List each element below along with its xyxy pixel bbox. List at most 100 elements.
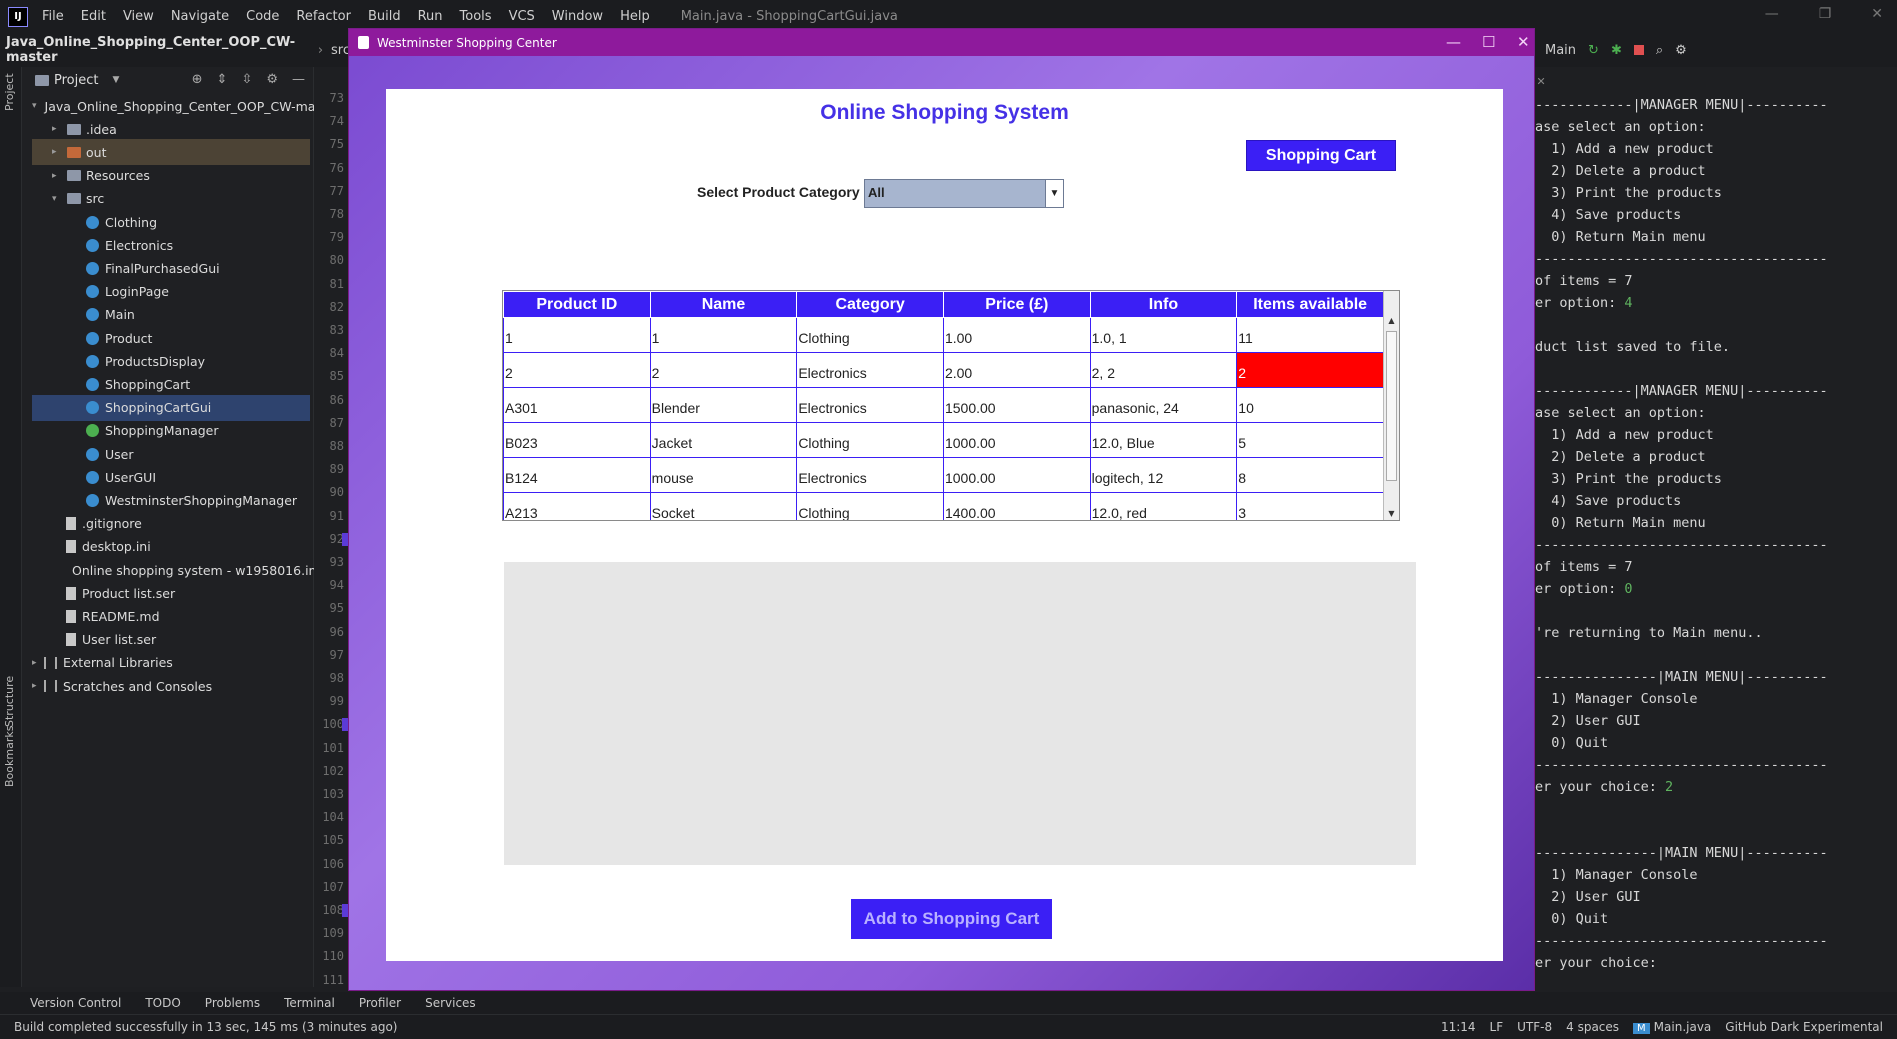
table-cell[interactable]: 1 bbox=[649, 317, 798, 353]
tree-item[interactable]: .gitignore bbox=[32, 511, 310, 537]
run-config-select[interactable]: Main bbox=[1545, 43, 1576, 58]
project-panel-title[interactable]: Project bbox=[54, 73, 98, 88]
intellij-logo-icon[interactable]: IJ bbox=[8, 6, 28, 27]
table-row[interactable]: B023 Jacket Clothing 1000.00 12.0, Blue 5 bbox=[503, 422, 1384, 458]
table-cell[interactable]: B124 bbox=[503, 457, 651, 493]
menu-item-run[interactable]: Run bbox=[418, 9, 443, 24]
menu-item-file[interactable]: File bbox=[42, 9, 64, 24]
stock-cell[interactable]: 8 bbox=[1236, 457, 1384, 493]
table-cell[interactable]: 12.0, red bbox=[1089, 492, 1238, 520]
tree-item[interactable]: Main bbox=[32, 302, 310, 328]
project-tool-tab[interactable]: Project bbox=[3, 73, 16, 111]
table-cell[interactable]: A213 bbox=[503, 492, 651, 520]
table-cell[interactable]: Electronics bbox=[796, 387, 944, 423]
close-icon[interactable]: ✕ bbox=[1537, 73, 1545, 89]
tree-item[interactable]: ▸ .idea bbox=[32, 116, 310, 142]
tree-item[interactable]: WestminsterShoppingManager bbox=[32, 487, 310, 513]
tree-item[interactable]: ShoppingCartGui bbox=[32, 394, 310, 421]
column-header[interactable]: Info bbox=[1089, 291, 1238, 318]
scroll-thumb[interactable] bbox=[1386, 331, 1397, 481]
scroll-up-icon[interactable]: ▲ bbox=[1384, 313, 1399, 329]
tree-item[interactable]: ▸ Resources bbox=[32, 163, 310, 189]
table-row[interactable]: A213 Socket Clothing 1400.00 12.0, red 3 bbox=[503, 492, 1384, 520]
stock-cell[interactable]: 5 bbox=[1236, 422, 1384, 458]
table-cell[interactable]: 1400.00 bbox=[942, 492, 1091, 520]
breadcrumb-project[interactable]: Java_Online_Shopping_Center_OOP_CW-maste… bbox=[6, 35, 310, 65]
minimize-icon[interactable]: — bbox=[1446, 33, 1461, 51]
tree-item[interactable]: UserGUI bbox=[32, 464, 310, 490]
table-cell[interactable]: 1000.00 bbox=[942, 457, 1091, 493]
chevron-right-icon[interactable]: ▸ bbox=[32, 658, 44, 668]
menu-item-build[interactable]: Build bbox=[368, 9, 401, 24]
minimize-icon[interactable]: — bbox=[1765, 6, 1779, 22]
menu-item-navigate[interactable]: Navigate bbox=[171, 9, 229, 24]
stop-icon[interactable] bbox=[1633, 45, 1644, 55]
table-cell[interactable]: Clothing bbox=[796, 422, 944, 458]
chevron-right-icon[interactable]: ▸ bbox=[52, 171, 64, 181]
table-row[interactable]: 2 2 Electronics 2.00 2, 22 bbox=[503, 352, 1384, 388]
debug-icon[interactable]: ✱ bbox=[1611, 43, 1622, 58]
tree-item[interactable]: ▾ src bbox=[32, 186, 310, 212]
column-header[interactable]: Product ID bbox=[503, 291, 651, 318]
tree-item[interactable]: Electronics bbox=[32, 232, 310, 258]
status-message[interactable]: Build completed successfully in 13 sec, … bbox=[14, 1020, 397, 1034]
collapse-all-icon[interactable]: ⇳ bbox=[241, 72, 252, 87]
table-row[interactable]: B124 mouse Electronics 1000.00 logitech, 12 8 bbox=[503, 457, 1384, 493]
tool-window-version-control[interactable]: Version Control bbox=[30, 996, 121, 1010]
table-cell[interactable]: 2 bbox=[649, 352, 798, 388]
chevron-down-icon[interactable]: ▾ bbox=[52, 194, 64, 204]
menu-item-code[interactable]: Code bbox=[246, 9, 279, 24]
table-cell[interactable]: 1.0, 1 bbox=[1089, 317, 1238, 353]
status-widget[interactable]: 11:14 bbox=[1441, 1020, 1476, 1034]
restore-icon[interactable]: ❐ bbox=[1819, 6, 1832, 22]
table-cell[interactable]: 2, 2 bbox=[1089, 352, 1238, 388]
scroll-down-icon[interactable]: ▼ bbox=[1384, 506, 1399, 520]
menu-item-window[interactable]: Window bbox=[552, 9, 603, 24]
tree-item[interactable]: ShoppingCart bbox=[32, 371, 310, 397]
table-cell[interactable]: 12.0, Blue bbox=[1089, 422, 1238, 458]
column-header[interactable]: Price (£) bbox=[942, 291, 1091, 318]
shopping-cart-button[interactable]: Shopping Cart bbox=[1246, 140, 1396, 171]
tree-item[interactable]: FinalPurchasedGui bbox=[32, 255, 310, 281]
column-header[interactable]: Name bbox=[649, 291, 798, 318]
table-cell[interactable]: 2.00 bbox=[942, 352, 1091, 388]
tool-window-services[interactable]: Services bbox=[425, 996, 476, 1010]
menu-item-refactor[interactable]: Refactor bbox=[296, 9, 351, 24]
tree-item[interactable]: ▸ Scratches and Consoles bbox=[32, 673, 310, 699]
table-cell[interactable]: logitech, 12 bbox=[1089, 457, 1238, 493]
settings-icon[interactable]: ⚙ bbox=[1675, 43, 1687, 58]
table-row[interactable]: 1 1 Clothing 1.00 1.0, 1 11 bbox=[503, 317, 1384, 353]
table-cell[interactable]: Electronics bbox=[796, 457, 944, 493]
table-cell[interactable]: Blender bbox=[649, 387, 798, 423]
tool-window-problems[interactable]: Problems bbox=[205, 996, 260, 1010]
chevron-right-icon[interactable]: ▸ bbox=[52, 147, 64, 157]
stock-cell[interactable]: 2 bbox=[1236, 352, 1384, 388]
menu-item-vcs[interactable]: VCS bbox=[509, 9, 535, 24]
table-cell[interactable]: 1500.00 bbox=[942, 387, 1091, 423]
table-cell[interactable]: 1 bbox=[503, 317, 651, 353]
status-widget[interactable]: M Main.java bbox=[1633, 1020, 1711, 1034]
table-cell[interactable]: A301 bbox=[503, 387, 651, 423]
tree-item[interactable]: Product list.ser bbox=[32, 580, 310, 606]
tree-item[interactable]: User bbox=[32, 441, 310, 467]
table-scrollbar[interactable]: ▲ ▼ bbox=[1383, 291, 1399, 520]
table-cell[interactable]: 1.00 bbox=[942, 317, 1091, 353]
tree-item[interactable]: Online shopping system - w1958016.iml bbox=[32, 557, 324, 583]
tree-item[interactable]: Clothing bbox=[32, 209, 310, 235]
table-row[interactable]: A301 Blender Electronics 1500.00 panasonic, … bbox=[503, 387, 1384, 423]
close-icon[interactable]: ✕ bbox=[1871, 6, 1883, 22]
stock-cell[interactable]: 11 bbox=[1236, 317, 1384, 353]
column-header[interactable]: Category bbox=[796, 291, 944, 318]
tree-item[interactable]: desktop.ini bbox=[32, 534, 310, 560]
chevron-down-icon[interactable]: ▼ bbox=[112, 75, 119, 85]
chevron-right-icon[interactable]: ▸ bbox=[52, 124, 64, 134]
table-cell[interactable]: Electronics bbox=[796, 352, 944, 388]
table-cell[interactable]: 2 bbox=[503, 352, 651, 388]
chevron-down-icon[interactable]: ▾ bbox=[32, 101, 37, 111]
add-to-cart-button[interactable]: Add to Shopping Cart bbox=[851, 899, 1052, 939]
maximize-icon[interactable]: ☐ bbox=[1482, 33, 1495, 51]
table-cell[interactable]: mouse bbox=[649, 457, 798, 493]
table-cell[interactable]: Socket bbox=[649, 492, 798, 520]
tree-item[interactable]: ▸ out bbox=[32, 139, 310, 166]
hide-icon[interactable]: — bbox=[292, 72, 305, 87]
